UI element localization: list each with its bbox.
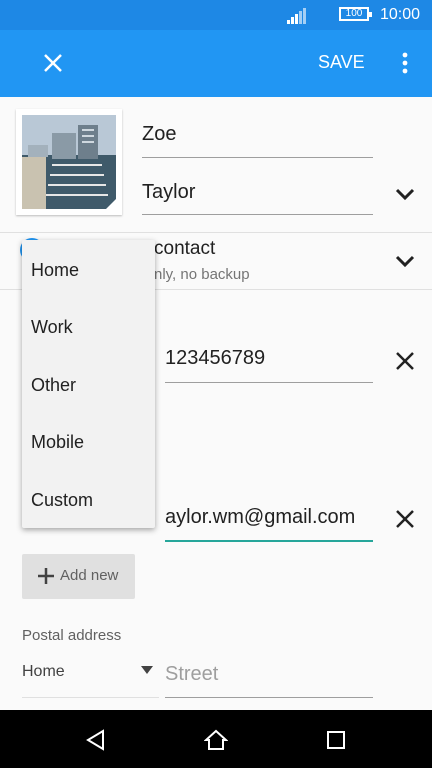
first-name-field[interactable]: Zoe <box>142 123 176 146</box>
account-subtitle: nly, no backup <box>154 266 250 283</box>
dropdown-caret-icon[interactable] <box>141 666 153 674</box>
clock: 10:00 <box>380 6 421 23</box>
dropdown-option-home[interactable]: Home <box>31 260 79 281</box>
postal-type-underline <box>22 697 159 698</box>
last-name-field[interactable]: Taylor <box>142 181 195 204</box>
phone-input[interactable]: 123456789 <box>165 347 265 370</box>
home-icon[interactable] <box>204 728 228 752</box>
recent-apps-icon[interactable] <box>324 728 348 752</box>
postal-type-select[interactable]: Home <box>22 663 65 681</box>
dropdown-option-work[interactable]: Work <box>31 317 73 338</box>
signal-icon <box>287 8 306 24</box>
dropdown-option-mobile[interactable]: Mobile <box>31 432 84 453</box>
harbor-photo-image <box>22 115 116 209</box>
dropdown-option-custom[interactable]: Custom <box>31 490 93 511</box>
navigation-bar <box>0 710 432 768</box>
last-name-underline <box>142 214 373 215</box>
street-input[interactable]: Street <box>165 663 218 686</box>
phone-type-dropdown: Home Work Other Mobile Custom <box>22 240 155 528</box>
app-toolbar: SAVE <box>0 30 432 97</box>
divider <box>0 232 432 233</box>
close-icon[interactable] <box>40 50 66 76</box>
phone-underline <box>165 382 373 383</box>
status-bar: 100 10:00 <box>0 0 432 30</box>
email-input[interactable]: aylor.wm@gmail.com <box>165 506 355 529</box>
remove-email-icon[interactable] <box>394 508 416 530</box>
save-button[interactable]: SAVE <box>318 52 365 73</box>
remove-phone-icon[interactable] <box>394 350 416 372</box>
contact-photo[interactable] <box>16 109 122 215</box>
first-name-underline <box>142 157 373 158</box>
add-new-button[interactable]: Add new <box>22 554 135 599</box>
dropdown-option-other[interactable]: Other <box>31 375 76 396</box>
expand-name-chevron-icon[interactable] <box>393 182 417 206</box>
battery-icon: 100 <box>339 7 372 21</box>
street-underline <box>165 697 373 698</box>
battery-level: 100 <box>345 8 363 19</box>
contact-editor: Zoe Taylor contact nly, no backup 123456… <box>0 97 432 710</box>
add-new-label: Add new <box>60 567 119 584</box>
account-chevron-icon[interactable] <box>393 249 417 273</box>
more-options-icon[interactable] <box>396 50 414 76</box>
back-icon[interactable] <box>84 728 108 752</box>
postal-address-label: Postal address <box>22 627 122 644</box>
plus-icon <box>38 568 54 584</box>
account-title[interactable]: contact <box>154 238 215 260</box>
email-underline <box>165 540 373 542</box>
